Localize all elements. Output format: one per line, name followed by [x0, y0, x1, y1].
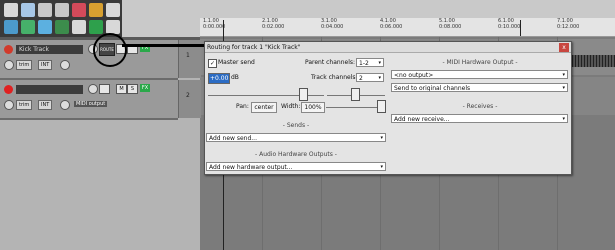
envelope-lock-icon[interactable]: [72, 20, 86, 34]
monitor-icon[interactable]: [60, 100, 70, 110]
parent-channels-label: Parent channels:: [305, 59, 356, 66]
ruler-tick: 6.1.00 0:10.000: [498, 18, 521, 30]
lock-icon[interactable]: [106, 20, 120, 34]
save-project-icon[interactable]: [38, 3, 52, 17]
input-select[interactable]: INT: [38, 100, 53, 110]
master-send-checkbox[interactable]: ✓: [208, 59, 217, 68]
edit-cursor: [520, 20, 521, 36]
pan-label: Pan:: [236, 103, 249, 110]
add-receive-select[interactable]: Add new receive... ▾: [391, 114, 568, 123]
volume-slider-thumb[interactable]: [299, 88, 308, 101]
add-send-select[interactable]: Add new send... ▾: [206, 133, 386, 142]
track-number-2: 2: [178, 80, 201, 118]
pan-knob[interactable]: [4, 100, 14, 110]
width-slider-thumb[interactable]: [377, 100, 386, 113]
highlight-connector-line: [122, 44, 204, 47]
midi-output-select[interactable]: MIDI output: [74, 101, 108, 107]
record-arm-button[interactable]: [4, 85, 13, 94]
midi-hw-output-header: - MIDI Hardware Output -: [442, 59, 518, 66]
midi-channels-select[interactable]: Send to original channels ▾: [391, 83, 568, 92]
ruler-tick: 3.1.00 0:04.000: [321, 18, 344, 30]
grid-icon[interactable]: [4, 20, 18, 34]
highlight-circle: [93, 33, 127, 67]
input-select[interactable]: INT: [38, 60, 53, 70]
pan-value-field[interactable]: center: [251, 102, 277, 113]
mute-button[interactable]: M: [116, 84, 127, 94]
undo-icon[interactable]: [72, 3, 86, 17]
audio-item-waveform[interactable]: [566, 55, 615, 67]
volume-unit-label: dB: [231, 74, 239, 81]
open-project-icon[interactable]: [21, 3, 35, 17]
solo-button[interactable]: S: [127, 84, 138, 94]
ruler-tick: 2.1.00 0:02.000: [262, 18, 285, 30]
width-slider[interactable]: [326, 99, 384, 108]
trim-label: trim: [16, 60, 33, 70]
record-mode-button[interactable]: [99, 84, 110, 94]
routing-dialog: Routing for track 1 "Kick Track" x ✓ Mas…: [204, 41, 572, 175]
track-channels-label: Track channels:: [311, 74, 358, 81]
add-hardware-output-select[interactable]: Add new hardware output... ▾: [206, 162, 386, 171]
record-arm-button[interactable]: [4, 45, 13, 54]
ruler-tick: 4.1.00 0:06.000: [380, 18, 403, 30]
metronome-icon[interactable]: [106, 3, 120, 17]
loop-icon[interactable]: [89, 20, 103, 34]
timeline-ruler[interactable]: 1.1.00 0:00.000 2.1.00 0:02.000 3.1.00 0:04…: [200, 18, 615, 37]
master-send-label: Master send: [218, 59, 255, 66]
project-settings-icon[interactable]: [55, 3, 69, 17]
receives-section-header: - Receives -: [462, 103, 498, 110]
width-label: Width:: [281, 103, 301, 110]
dialog-title[interactable]: Routing for track 1 "Kick Track": [205, 42, 571, 53]
pan-knob[interactable]: [4, 60, 14, 70]
ripple-edit-icon[interactable]: [38, 20, 52, 34]
sends-section-header: - Sends -: [282, 122, 310, 129]
main-toolbar: [0, 0, 122, 37]
track-name[interactable]: [16, 85, 83, 94]
monitor-icon[interactable]: [60, 60, 70, 70]
track-name[interactable]: Kick Track: [16, 45, 83, 54]
ruler-tick: 5.1.00 0:08.000: [439, 18, 462, 30]
redo-icon[interactable]: [89, 3, 103, 17]
trim-label: trim: [16, 100, 33, 110]
item-grouping-icon[interactable]: [55, 20, 69, 34]
volume-knob[interactable]: [88, 84, 98, 94]
width-value-field[interactable]: 100%: [301, 102, 325, 113]
new-project-icon[interactable]: [4, 3, 18, 17]
close-button[interactable]: x: [559, 43, 569, 52]
volume-value-field[interactable]: +0.00: [208, 73, 231, 84]
audio-hw-outputs-header: - Audio Hardware Outputs -: [255, 151, 337, 158]
ruler-tick: 7.1.00 0:12.000: [557, 18, 580, 30]
track-2[interactable]: M S FX trim INT MIDI output: [0, 80, 178, 120]
track-control-panel: Kick Track ROUTE FX trim INT 1 M S FX tr…: [0, 37, 201, 250]
snap-icon[interactable]: [21, 20, 35, 34]
midi-output-select[interactable]: <no output> ▾: [391, 70, 568, 79]
track-channels-select[interactable]: 2 ▾: [356, 73, 384, 82]
fx-button[interactable]: FX: [140, 84, 150, 92]
parent-channels-select[interactable]: 1-2 ▾: [356, 58, 384, 67]
